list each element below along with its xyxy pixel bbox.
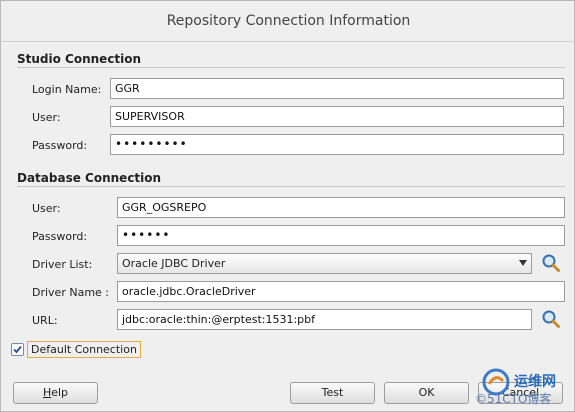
driver-name-field[interactable]: oracle.jdbc.OracleDriver [117, 281, 565, 302]
database-password-field[interactable]: •••••• [117, 225, 565, 246]
checkmark-icon [13, 345, 22, 354]
database-user-label: User: [32, 202, 61, 215]
studio-section-divider [17, 67, 565, 68]
database-section-divider [17, 186, 565, 187]
help-mnemonic: H [42, 386, 52, 399]
default-connection-checkbox[interactable] [11, 343, 24, 356]
test-button[interactable]: Test [290, 382, 375, 404]
studio-user-label: User: [32, 111, 61, 124]
url-label: URL: [32, 314, 58, 327]
database-connection-heading: Database Connection [17, 171, 162, 185]
help-button[interactable]: Help [13, 382, 98, 404]
database-password-label: Password: [32, 230, 88, 243]
chevron-down-icon [519, 260, 527, 266]
help-label: elp [51, 386, 69, 399]
url-search-icon[interactable] [541, 309, 561, 329]
driver-list-label: Driver List: [32, 258, 93, 271]
studio-password-field[interactable]: ••••••••• [110, 134, 564, 155]
ok-button[interactable]: OK [384, 382, 469, 404]
studio-login-name-label: Login Name: [32, 83, 102, 96]
default-connection-label[interactable]: Default Connection [27, 341, 141, 358]
driver-name-label: Driver Name : [32, 286, 109, 299]
driver-list-value: Oracle JDBC Driver [122, 257, 226, 270]
watermark-line1: 运维网 [514, 374, 556, 390]
title-separator [1, 41, 575, 42]
url-field[interactable]: jdbc:oracle:thin:@erptest:1531:pbf [117, 309, 532, 330]
driver-search-icon[interactable] [541, 253, 561, 273]
studio-user-field[interactable]: SUPERVISOR [110, 106, 564, 127]
driver-list-select[interactable]: Oracle JDBC Driver [117, 253, 532, 274]
studio-password-label: Password: [32, 139, 88, 152]
watermark-line2: ©51CTO博客 [475, 392, 552, 406]
repository-connection-dialog: Repository Connection Information Studio… [0, 0, 575, 412]
studio-login-name-field[interactable]: GGR [110, 78, 564, 99]
studio-connection-heading: Studio Connection [17, 52, 142, 66]
database-user-field[interactable]: GGR_OGSREPO [117, 197, 565, 218]
dialog-title: Repository Connection Information [166, 13, 411, 29]
watermark-logo: 运维网 ©51CTO博客 [471, 365, 575, 411]
